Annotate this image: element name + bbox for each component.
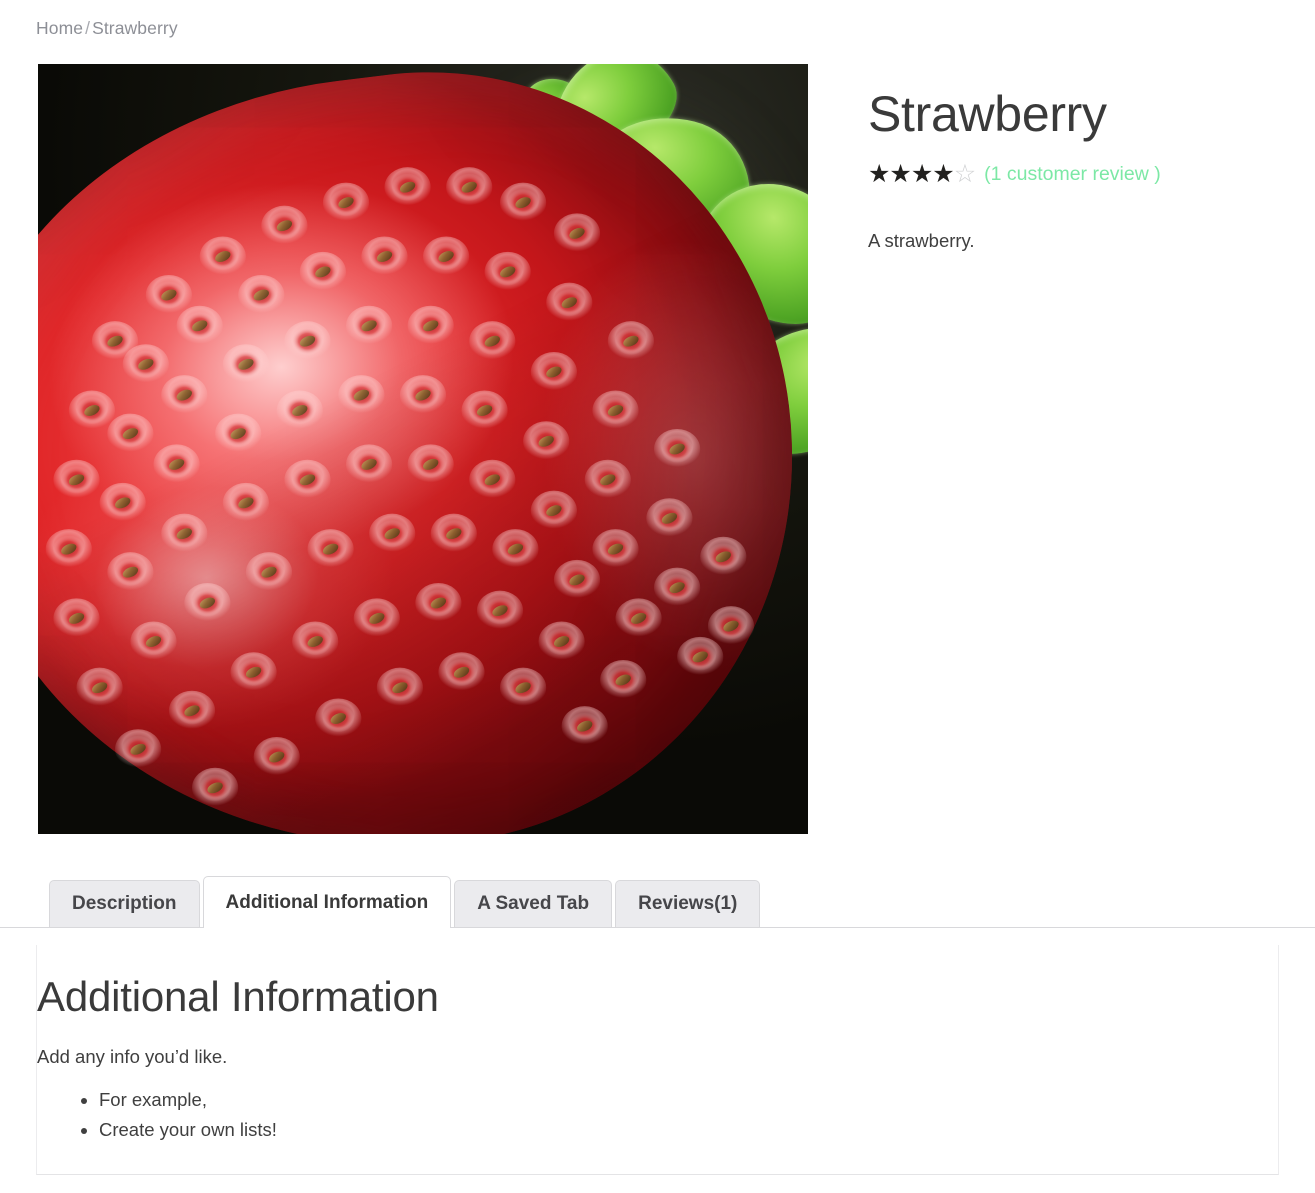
short-description: A strawberry. (868, 230, 975, 251)
tab-strip: Description Additional Information A Sav… (0, 876, 1315, 928)
breadcrumb-current: Strawberry (92, 18, 178, 38)
list-item: Create your own lists! (99, 1115, 1278, 1145)
tab-reviews[interactable]: Reviews(1) (615, 880, 761, 927)
customer-review-link[interactable]: (1 customer review ) (984, 163, 1161, 186)
breadcrumb: Home / Strawberry (36, 18, 178, 39)
strawberry-seeds (38, 64, 808, 834)
rating-row: ★ ★ ★ ★ ☆ (1 customer review ) (868, 162, 1288, 187)
product-tabs: Description Additional Information A Sav… (0, 876, 1315, 928)
star-rating: ★ ★ ★ ★ ☆ (868, 160, 976, 188)
panel-list: For example, Create your own lists! (37, 1085, 1278, 1145)
star-empty-icon: ☆ (953, 160, 976, 188)
star-filled-icon: ★ (932, 160, 954, 188)
star-filled-icon: ★ (889, 160, 911, 188)
star-filled-icon: ★ (910, 160, 933, 188)
tab-description[interactable]: Description (49, 880, 200, 927)
tab-a-saved-tab[interactable]: A Saved Tab (454, 880, 613, 927)
breadcrumb-home-link[interactable]: Home (36, 18, 83, 38)
tab-additional-information[interactable]: Additional Information (202, 876, 452, 928)
breadcrumb-separator: / (85, 18, 91, 38)
tab-panel-additional-information: Additional Information Add any info you’… (36, 945, 1279, 1175)
product-image[interactable] (38, 64, 808, 834)
page-title: Strawberry (868, 86, 1107, 142)
panel-intro-text: Add any info you’d like. (37, 1046, 228, 1068)
product-summary: Strawberry ★ ★ ★ ★ ☆ (1 customer review … (868, 86, 1288, 255)
panel-heading: Additional Information (37, 973, 439, 1020)
strawberry-photo (38, 64, 808, 834)
list-item: For example, (99, 1085, 1278, 1115)
star-filled-icon: ★ (868, 160, 890, 188)
